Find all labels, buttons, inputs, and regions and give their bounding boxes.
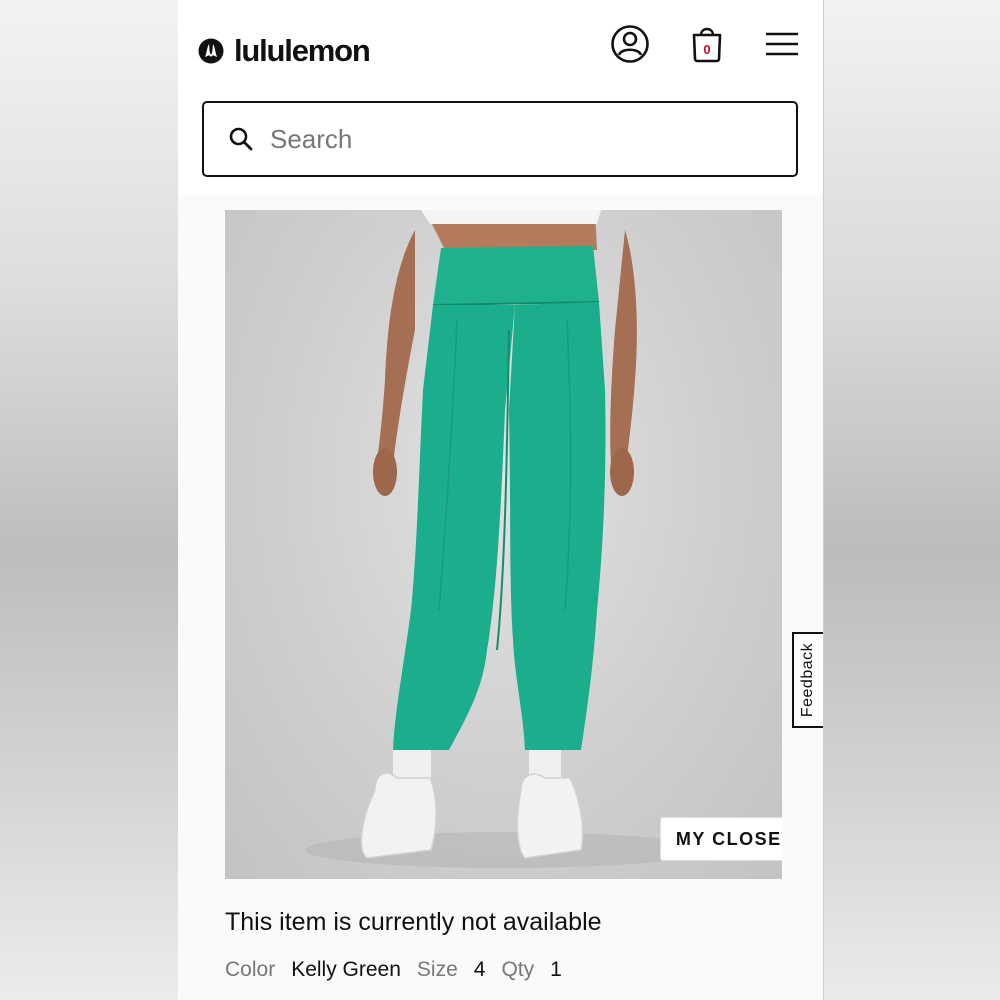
account-circle-icon — [611, 25, 649, 63]
lululemon-logo-icon — [198, 38, 224, 64]
qty-value: 1 — [550, 958, 562, 981]
qty-label: Qty — [501, 958, 535, 981]
search-bar[interactable] — [202, 101, 798, 177]
site-header: lululemon 0 — [178, 0, 823, 196]
color-label: Color — [225, 958, 276, 981]
brand-name: lululemon — [234, 33, 371, 68]
my-closet-button[interactable]: MY CLOSET — [660, 817, 782, 861]
menu-button[interactable] — [760, 22, 804, 66]
product-details: Color Kelly Green Size 4 Qty 1 — [225, 958, 578, 982]
mobile-page: lululemon 0 Search MY CLOSE Feedback Thi… — [178, 0, 824, 1000]
search-input[interactable] — [268, 122, 752, 156]
product-image[interactable]: MY CLOSET — [225, 210, 782, 879]
bag-count-badge: 0 — [703, 42, 711, 57]
feedback-label: Feedback — [799, 642, 817, 718]
size-value: 4 — [473, 958, 486, 981]
account-button[interactable] — [608, 22, 652, 66]
product-photo-illustration — [305, 210, 705, 868]
background-left — [0, 0, 178, 1000]
search-icon — [229, 127, 253, 151]
shopping-bag-button[interactable]: 0 — [685, 22, 729, 66]
hamburger-menu-icon — [766, 32, 798, 56]
size-label: Size — [416, 958, 458, 981]
brand-logo[interactable]: lululemon — [198, 33, 371, 68]
feedback-tab[interactable]: Feedback — [792, 632, 823, 728]
availability-message: This item is currently not available — [225, 908, 602, 936]
color-value: Kelly Green — [291, 958, 401, 981]
background-right — [823, 0, 1000, 1000]
